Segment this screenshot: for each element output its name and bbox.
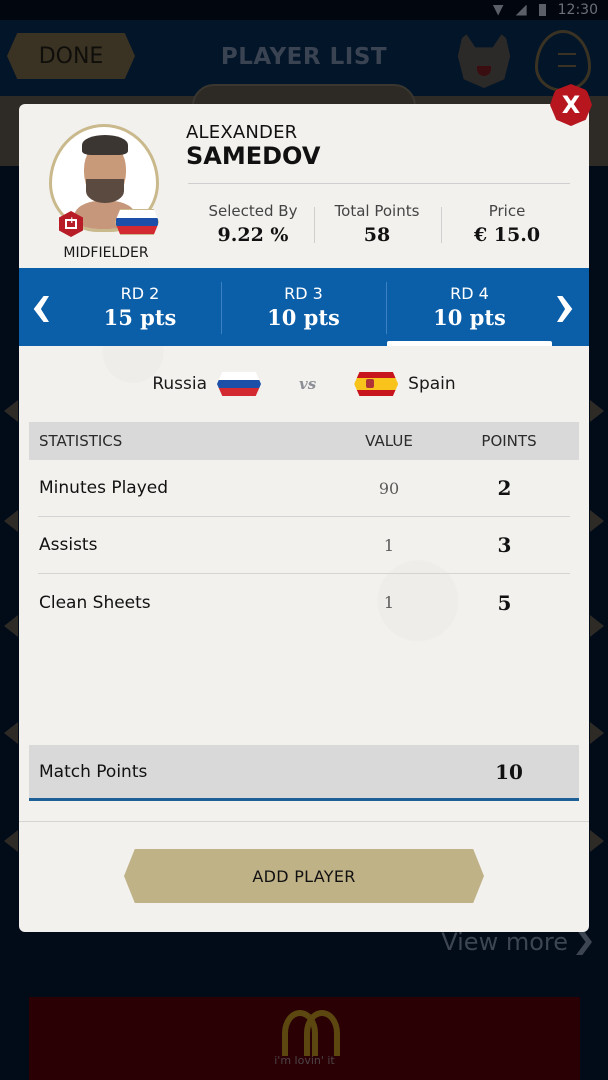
header-statistics: STATISTICS [39,432,123,450]
stat-name: Clean Sheets [39,592,151,613]
round-label: RD 2 [120,284,160,303]
total-points-stat: Total Points 58 [324,202,430,246]
background-chevron-icon [4,510,18,532]
background-chevron-icon [590,615,604,637]
stat-value: € 15.0 [473,224,541,246]
status-time: 12:30 [557,2,598,18]
stat-label: Selected By [208,202,298,220]
background-chevron-icon [4,722,18,744]
chevron-right-icon[interactable] [557,296,573,322]
wolf-mascot-icon[interactable] [457,30,511,88]
header-points: POINTS [481,432,537,450]
match-points-label: Match Points [39,761,148,782]
stat-value: 58 [363,224,391,246]
round-label: RD 3 [284,284,323,303]
cellular-signal-icon [515,4,527,16]
background-chevron-icon [4,830,18,852]
divider [19,821,589,822]
round-points: 10 pts [267,305,340,330]
stat-value: 90 [378,478,400,498]
wifi-icon [492,4,504,16]
divider [314,207,315,243]
ad-banner[interactable]: i'm lovin' it [29,997,580,1080]
page-title: PLAYER LIST [220,44,388,70]
russia-flag-icon [115,209,159,235]
background-chevron-icon [590,722,604,744]
round-tab-rd2[interactable]: RD 2 15 pts [59,268,221,346]
background-chevron-icon [4,400,18,422]
stat-value: 1 [383,535,395,555]
away-team: Spain [408,374,456,394]
round-tab-rd4[interactable]: RD 4 10 pts [387,268,552,346]
stat-name: Minutes Played [39,478,169,498]
chevron-left-icon[interactable] [33,296,49,322]
stat-label: Price [488,202,526,220]
stat-points: 2 [497,476,512,500]
player-detail-modal: MIDFIELDER ALEXANDER SAMEDOV Selected By… [19,104,589,932]
round-points: 10 pts [433,305,506,330]
stat-value: 1 [383,593,395,612]
home-team: Russia [152,374,207,394]
chevron-right-icon [576,929,592,955]
match-points-row: Match Points 10 [29,745,579,801]
player-last-name: SAMEDOV [186,142,321,170]
status-bar: 12:30 [0,0,608,20]
list-menu-icon[interactable] [535,30,591,92]
background-chevron-icon [590,510,604,532]
stat-points: 5 [497,590,512,615]
fixture: Russia vs Spain [19,368,589,400]
add-player-button[interactable]: ADD PLAYER [124,849,484,903]
russia-flag-icon [217,372,261,396]
stat-label: Total Points [334,202,420,220]
match-points-value: 10 [495,759,523,784]
rounds-selector: RD 2 15 pts RD 3 10 pts RD 4 10 pts [19,268,589,346]
price-stat: Price € 15.0 [459,202,555,246]
background-chevron-icon [4,615,18,637]
divider [441,207,442,243]
round-label: RD 4 [450,284,489,303]
background-chevron-icon [590,400,604,422]
player-first-name: ALEXANDER [186,122,298,143]
stats-table-header: STATISTICS VALUE POINTS [29,422,579,460]
golden-arches-logo [281,1010,340,1056]
player-position: MIDFIELDER [63,245,149,261]
selected-by-stat: Selected By 9.22 % [199,202,307,246]
header-value: VALUE [365,432,413,450]
stat-points: 3 [497,533,512,557]
table-row: Minutes Played 90 2 [38,460,570,517]
table-row: Assists 1 3 [38,517,570,574]
battery-icon [538,4,546,16]
stats-table: STATISTICS VALUE POINTS Minutes Played 9… [29,422,579,631]
divider [188,183,570,184]
view-more-link[interactable]: View more [441,928,592,956]
table-row: Clean Sheets 1 5 [38,574,570,631]
stat-name: Assists [39,535,98,555]
spain-flag-icon [354,372,399,396]
view-more-label: View more [441,928,568,956]
background-chevron-icon [590,830,604,852]
stat-value: 9.22 % [217,224,289,246]
vs-label: vs [299,375,317,393]
round-tab-rd3[interactable]: RD 3 10 pts [222,268,385,346]
round-points: 15 pts [103,305,177,330]
